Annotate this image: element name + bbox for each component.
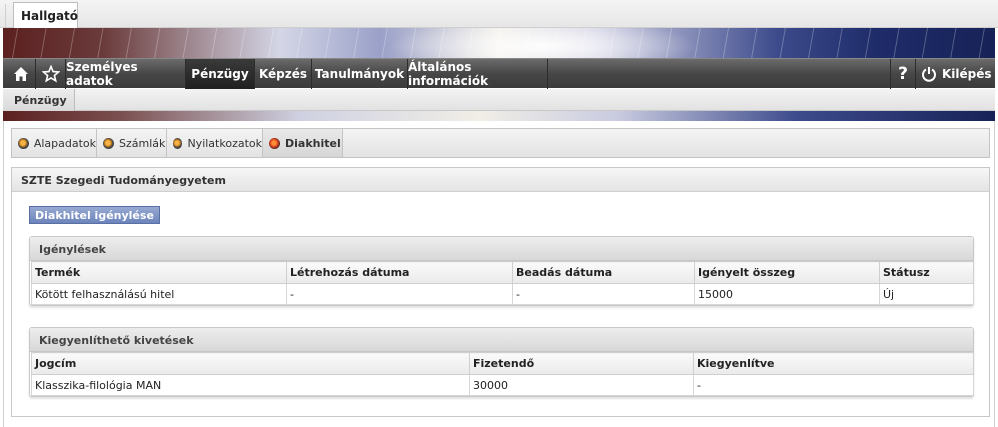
nav-item-szemelyes-adatok[interactable]: Személyes adatok [66,59,186,89]
institution-panel: SZTE Szegedi Tudományegyetem Diakhitel i… [11,167,990,417]
sub-nav: Pénzügy [3,89,995,111]
nav-item-altalanos-informaciok[interactable]: Általános információk [408,59,548,89]
home-icon[interactable] [6,59,36,89]
payables-caption: Kiegyenlíthető kivetések [30,328,973,352]
tab-alapadatok[interactable]: Alapadatok [12,129,97,157]
tab-bullet-icon [18,137,29,149]
content-area: Alapadatok Számlák Nyilatkozatok Diakhit… [3,121,995,427]
payables-table: Jogcím Fizetendő Kiegyenlítve Klasszika-… [31,352,974,396]
logout-button[interactable]: Kilépés [921,59,992,89]
panel-title: SZTE Szegedi Tudományegyetem [12,168,989,192]
power-icon [921,66,937,82]
banner-pattern [3,28,995,58]
help-icon[interactable]: ? [890,59,916,89]
tab-bullet-icon [173,137,183,149]
nav-item-tanulmanyok[interactable]: Tanulmányok [312,59,408,89]
tab-bullet-icon [103,137,114,149]
header-banner [3,28,995,58]
tab-strip-edge [0,4,6,28]
table-row[interactable]: Kötött felhasználású hitel - - 15000 Új [31,283,974,305]
tab-diakhitel[interactable]: Diakhitel [263,129,343,157]
cell-fizetendo: 30000 [469,374,694,396]
subnav-tab-penzugy[interactable]: Pénzügy [3,89,75,111]
tab-szamlak[interactable]: Számlák [97,129,167,157]
sub-banner [3,111,995,121]
cell-kiegyenlitve: - [693,374,974,396]
cell-letrehozas-datuma: - [286,283,513,305]
logout-label: Kilépés [942,67,992,81]
table-header-row: Termék Létrehozás dátuma Beadás dátuma I… [31,261,974,284]
column-header-statusz[interactable]: Státusz [879,261,974,284]
inner-tabs: Alapadatok Számlák Nyilatkozatok Diakhit… [11,128,990,158]
tab-nyilatkozatok[interactable]: Nyilatkozatok [167,129,263,157]
requests-caption: Igénylések [30,237,973,261]
cell-jogcim: Klasszika-filológia MAN [31,374,470,396]
requests-table: Termék Létrehozás dátuma Beadás dátuma I… [31,261,974,305]
requests-grid: Igénylések Termék Létrehozás dátuma Bead… [29,236,974,306]
column-header-jogcim[interactable]: Jogcím [31,352,470,375]
tab-label: Nyilatkozatok [187,136,262,150]
tab-bullet-icon [269,137,280,149]
tab-label: Alapadatok [33,136,96,150]
top-tab-strip: Hallgató [0,0,998,28]
main-nav: Személyes adatok Pénzügy Képzés Tanulmán… [3,58,995,89]
tab-label: Számlák [119,136,166,150]
column-header-igenyelt-osszeg[interactable]: Igényelt összeg [694,261,880,284]
nav-item-penzugy[interactable]: Pénzügy [186,59,255,89]
table-header-row: Jogcím Fizetendő Kiegyenlítve [31,352,974,375]
table-row[interactable]: Klasszika-filológia MAN 30000 - [31,374,974,396]
tab-label: Diakhitel [285,136,341,150]
cell-statusz: Új [879,283,974,305]
column-header-termek[interactable]: Termék [31,261,287,284]
cell-termek: Kötött felhasználású hitel [31,283,287,305]
payables-grid: Kiegyenlíthető kivetések Jogcím Fizetend… [29,327,974,397]
star-icon[interactable] [36,59,66,89]
nav-item-kepzes[interactable]: Képzés [255,59,312,89]
diakhitel-request-button[interactable]: Diakhitel igénylése [29,206,160,224]
tab-hallgato[interactable]: Hallgató [13,2,78,28]
column-header-fizetendo[interactable]: Fizetendő [469,352,694,375]
column-header-letrehozas-datuma[interactable]: Létrehozás dátuma [286,261,513,284]
column-header-beadas-datuma[interactable]: Beadás dátuma [512,261,695,284]
column-header-kiegyenlitve[interactable]: Kiegyenlítve [693,352,974,375]
cell-beadas-datuma: - [512,283,695,305]
cell-igenyelt-osszeg: 15000 [694,283,880,305]
